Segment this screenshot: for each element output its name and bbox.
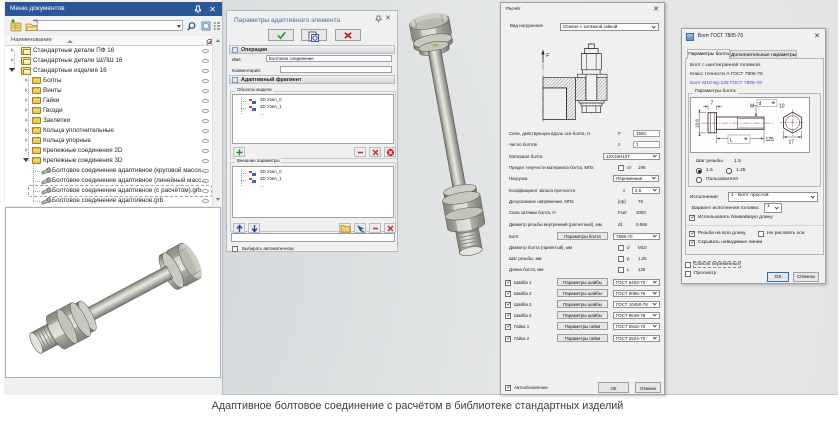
- svg-text:19.6: 19.6: [694, 119, 699, 128]
- svg-text:M: M: [750, 103, 754, 109]
- svg-text:L: L: [730, 138, 733, 144]
- svg-text:10: 10: [779, 103, 785, 109]
- svg-text:d: d: [759, 101, 762, 107]
- svg-text:17: 17: [789, 140, 795, 146]
- svg-text:F: F: [546, 53, 550, 59]
- svg-text:125: 125: [766, 137, 775, 143]
- svg-text:7: 7: [711, 101, 714, 107]
